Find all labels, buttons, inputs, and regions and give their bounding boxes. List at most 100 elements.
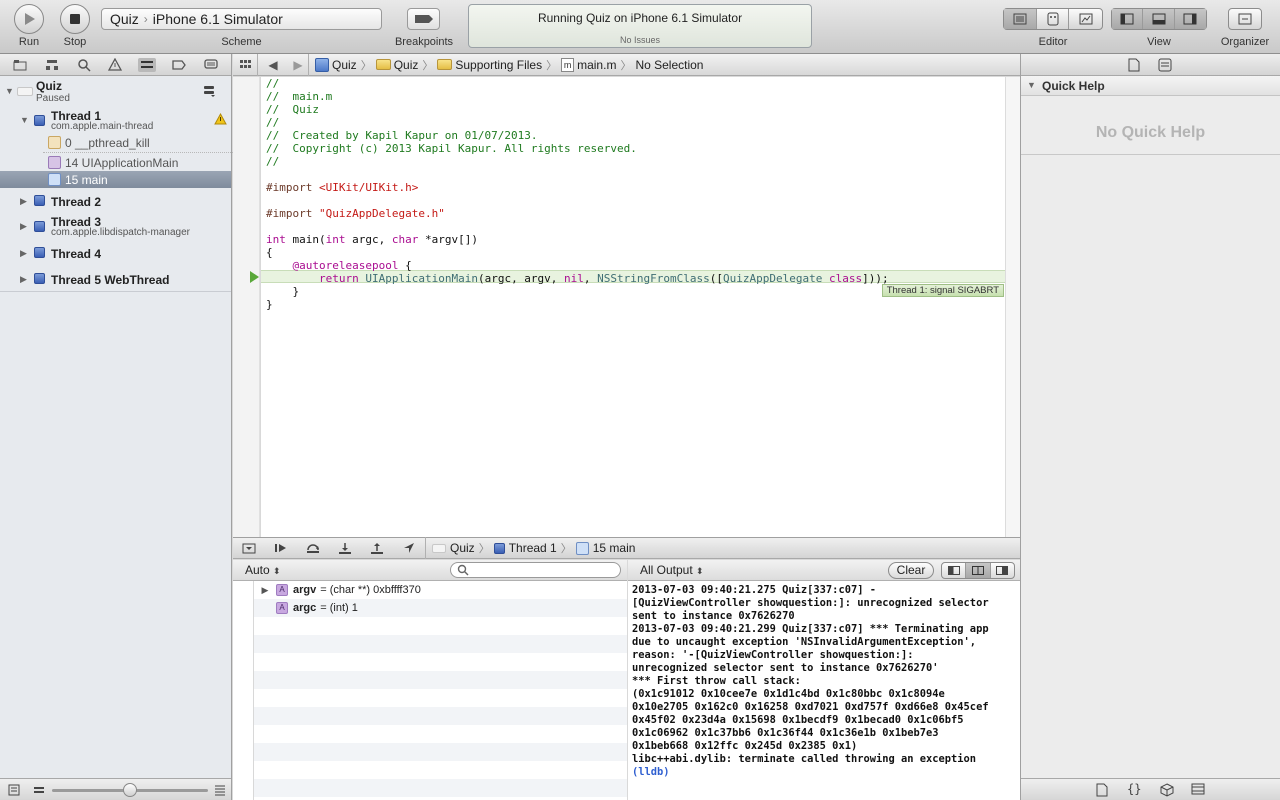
- thread-row-3[interactable]: ▶ Thread 3 com.apple.libdispatch-manager: [0, 214, 231, 238]
- assistant-editor-button[interactable]: [1037, 9, 1070, 29]
- show-both-button[interactable]: [966, 563, 991, 578]
- crumb-file[interactable]: m main.m 〉: [561, 57, 635, 73]
- tab-project-navigator[interactable]: [11, 58, 29, 72]
- tab-issue-navigator[interactable]: [106, 58, 124, 72]
- play-icon: [25, 13, 35, 25]
- app-icon: [17, 87, 33, 96]
- tab-breakpoint-navigator[interactable]: [170, 58, 188, 72]
- variable-row-argc[interactable]: A argc = (int) 1: [254, 599, 628, 617]
- disclosure-right-icon[interactable]: ▶: [20, 221, 27, 232]
- file-inspector-tab[interactable]: [1128, 58, 1140, 75]
- thread-row-5[interactable]: ▶ Thread 5 WebThread: [0, 270, 231, 288]
- debug-crumb-thread[interactable]: Thread 1 〉: [493, 540, 576, 556]
- thread-row-4[interactable]: ▶ Thread 4: [0, 244, 231, 262]
- step-into-button[interactable]: [329, 538, 361, 558]
- variables-search-field[interactable]: [450, 562, 621, 578]
- crumb-supporting-files[interactable]: Supporting Files 〉: [437, 57, 561, 73]
- variables-scope-popup[interactable]: Auto ⬍: [245, 563, 281, 577]
- toggle-utilities-button[interactable]: [1174, 9, 1206, 29]
- expand-stack-icon[interactable]: [214, 784, 226, 799]
- console-output[interactable]: 2013-07-03 09:40:21.275 Quiz[337:c07] -[…: [632, 584, 1018, 779]
- editor-gutter[interactable]: [233, 77, 260, 537]
- variables-list[interactable]: ▶ A argv = (char **) 0xbffff370 A argc =…: [253, 581, 627, 800]
- show-console-only-button[interactable]: [991, 563, 1014, 578]
- toggle-navigator-button[interactable]: [1112, 9, 1144, 29]
- tab-symbol-navigator[interactable]: [43, 58, 61, 72]
- quick-help-header[interactable]: ▼ Quick Help: [1021, 76, 1280, 96]
- stop-label: Stop: [63, 36, 87, 48]
- related-items-icon[interactable]: [233, 59, 257, 70]
- code-snippet-library-tab[interactable]: {}: [1127, 782, 1141, 796]
- scheme-selector[interactable]: Quiz › iPhone 6.1 Simulator: [101, 8, 382, 30]
- step-over-button[interactable]: [297, 538, 329, 558]
- breakpoints-button[interactable]: [407, 8, 440, 30]
- tab-debug-navigator[interactable]: [138, 57, 157, 72]
- frame-row-selected[interactable]: 15 main: [0, 171, 231, 188]
- compress-stack-icon[interactable]: [33, 784, 45, 799]
- simulate-location-button[interactable]: [393, 538, 425, 558]
- organizer-cell: [1229, 9, 1261, 29]
- run-button[interactable]: [14, 4, 44, 34]
- view-toggle-control: [1111, 8, 1207, 30]
- tab-log-navigator[interactable]: [202, 58, 220, 72]
- hide-debug-area-button[interactable]: [233, 538, 265, 558]
- error-badge[interactable]: Thread 1: signal SIGABRT: [881, 284, 1004, 297]
- console-view: All Output ⬍ Clear 2013-07-03 09:40:21.2…: [628, 560, 1020, 800]
- back-arrow-icon[interactable]: ◀: [258, 58, 288, 72]
- variables-view: Auto ⬍ ▶ A argv = (char **) 0xbffff370 A…: [233, 560, 627, 800]
- version-editor-button[interactable]: [1069, 9, 1102, 29]
- crumb-project[interactable]: Quiz 〉: [315, 57, 376, 73]
- console-header: All Output ⬍ Clear: [628, 560, 1020, 581]
- console-layout-control: [941, 562, 1015, 579]
- crumb-selection[interactable]: No Selection: [635, 58, 703, 72]
- console-output-filter[interactable]: All Output ⬍: [640, 563, 704, 577]
- thread-row-2[interactable]: ▶ Thread 2: [0, 192, 231, 210]
- thread-title: Thread 4: [51, 247, 102, 261]
- tab-search-navigator[interactable]: [75, 58, 93, 72]
- variable-row-argv[interactable]: ▶ A argv = (char **) 0xbffff370: [254, 581, 628, 599]
- disclosure-right-icon[interactable]: ▶: [20, 248, 27, 259]
- quick-help-icon: [1158, 58, 1172, 72]
- editor-scrollbar[interactable]: [1005, 77, 1020, 537]
- forward-arrow-icon[interactable]: ▶: [288, 58, 308, 72]
- clear-console-button[interactable]: Clear: [888, 562, 934, 579]
- step-out-button[interactable]: [361, 538, 393, 558]
- warning-icon: [108, 58, 123, 71]
- cube-icon: [1160, 783, 1174, 797]
- right-pane-icon: [996, 566, 1009, 575]
- continue-button[interactable]: [265, 538, 297, 558]
- quick-help-tab[interactable]: [1158, 58, 1172, 75]
- disclosure-down-icon[interactable]: ▼: [20, 115, 29, 125]
- show-variables-only-button[interactable]: [942, 563, 967, 578]
- thread-row-1[interactable]: ▼ Thread 1 com.apple.main-thread: [0, 108, 231, 132]
- crumb-group[interactable]: Quiz 〉: [375, 57, 438, 73]
- instruction-pointer-icon[interactable]: [250, 271, 259, 283]
- disclosure-right-icon[interactable]: ▶: [254, 585, 276, 596]
- disclosure-right-icon[interactable]: ▶: [20, 274, 27, 285]
- thread-filter-icon[interactable]: [202, 84, 216, 101]
- disclosure-down-icon[interactable]: ▼: [5, 86, 14, 96]
- organizer-button[interactable]: [1228, 8, 1262, 30]
- thread-title: Thread 2: [51, 195, 102, 209]
- debug-crumb-frame[interactable]: 15 main: [575, 541, 635, 555]
- stop-button[interactable]: [60, 4, 90, 34]
- slider-knob[interactable]: [123, 783, 137, 797]
- show-threads-icon[interactable]: [8, 784, 20, 799]
- file-template-library-tab[interactable]: [1096, 783, 1108, 800]
- process-row[interactable]: ▼ Quiz Paused: [0, 76, 231, 106]
- source-editor[interactable]: // // main.m // Quiz // // Created by Ka…: [261, 77, 1005, 537]
- debug-navigator: ▼ Quiz Paused ▼ Thread 1 com.apple.main-…: [0, 54, 233, 800]
- disclosure-right-icon[interactable]: ▶: [20, 196, 27, 207]
- version-editor-icon: [1079, 13, 1093, 25]
- scheme-destination: iPhone 6.1 Simulator: [152, 11, 283, 27]
- standard-editor-button[interactable]: [1004, 9, 1037, 29]
- toggle-debug-area-button[interactable]: [1143, 9, 1175, 29]
- object-library-tab[interactable]: [1160, 783, 1174, 800]
- console-line: 2013-07-03 09:40:21.275 Quiz[337:c07] -: [632, 584, 876, 596]
- code-line: // Created by Kapil Kapur on 01/07/2013.: [266, 129, 538, 142]
- frame-row[interactable]: 0 __pthread_kill: [0, 134, 231, 152]
- debug-crumb-process[interactable]: Quiz 〉: [432, 540, 494, 556]
- disclosure-down-icon[interactable]: ▼: [1027, 80, 1036, 90]
- media-library-tab[interactable]: [1191, 783, 1205, 798]
- frame-row[interactable]: 14 UIApplicationMain: [0, 154, 231, 172]
